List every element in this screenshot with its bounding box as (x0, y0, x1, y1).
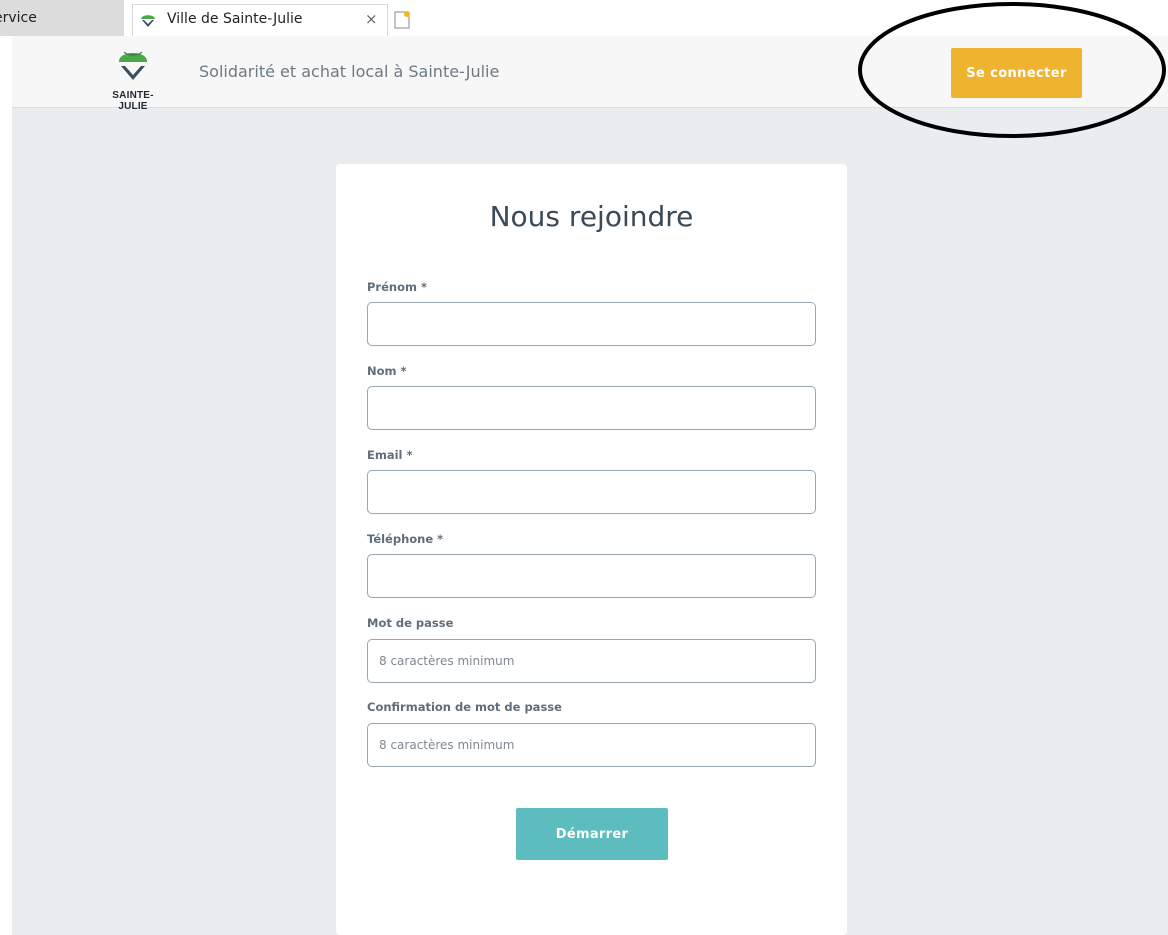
password-label: Mot de passe (367, 616, 454, 630)
submit-button[interactable]: Démarrer (516, 808, 668, 860)
sainte-julie-logo-icon (118, 51, 148, 80)
login-button[interactable]: Se connecter (951, 48, 1082, 98)
close-icon[interactable]: × (365, 10, 378, 28)
page-viewport: SAINTE-JULIE Solidarité et achat local à… (12, 2, 1168, 935)
page-title: Nous rejoindre (489, 200, 694, 233)
browser-tab-previous-title: ervice (0, 10, 37, 26)
site-logo[interactable]: SAINTE-JULIE (98, 46, 168, 112)
signup-card: Nous rejoindre Prénom * Nom * Email * Té… (336, 164, 847, 935)
site-header: SAINTE-JULIE Solidarité et achat local à… (12, 36, 1168, 112)
sainte-julie-logo-icon (141, 15, 155, 27)
last-name-input[interactable] (367, 386, 816, 430)
browser-tab-active[interactable]: Ville de Sainte-Julie × (132, 4, 388, 36)
first-name-input[interactable] (367, 302, 816, 346)
last-name-label: Nom * (367, 364, 407, 378)
first-name-label: Prénom * (367, 280, 427, 294)
site-title: Solidarité et achat local à Sainte-Julie (199, 62, 500, 81)
browser-tab-title: Ville de Sainte-Julie (167, 11, 303, 27)
browser-tab-strip: ervice Ville de Sainte-Julie × (0, 0, 1168, 36)
password-confirm-label: Confirmation de mot de passe (367, 700, 562, 714)
password-input[interactable] (367, 639, 816, 683)
email-input[interactable] (367, 470, 816, 514)
new-tab-icon[interactable] (392, 10, 412, 30)
logo-text: SAINTE-JULIE (112, 90, 154, 112)
phone-label: Téléphone * (367, 532, 444, 546)
browser-tab-previous[interactable]: ervice (0, 0, 124, 36)
phone-input[interactable] (367, 554, 816, 598)
email-label: Email * (367, 448, 413, 462)
password-confirm-input[interactable] (367, 723, 816, 767)
